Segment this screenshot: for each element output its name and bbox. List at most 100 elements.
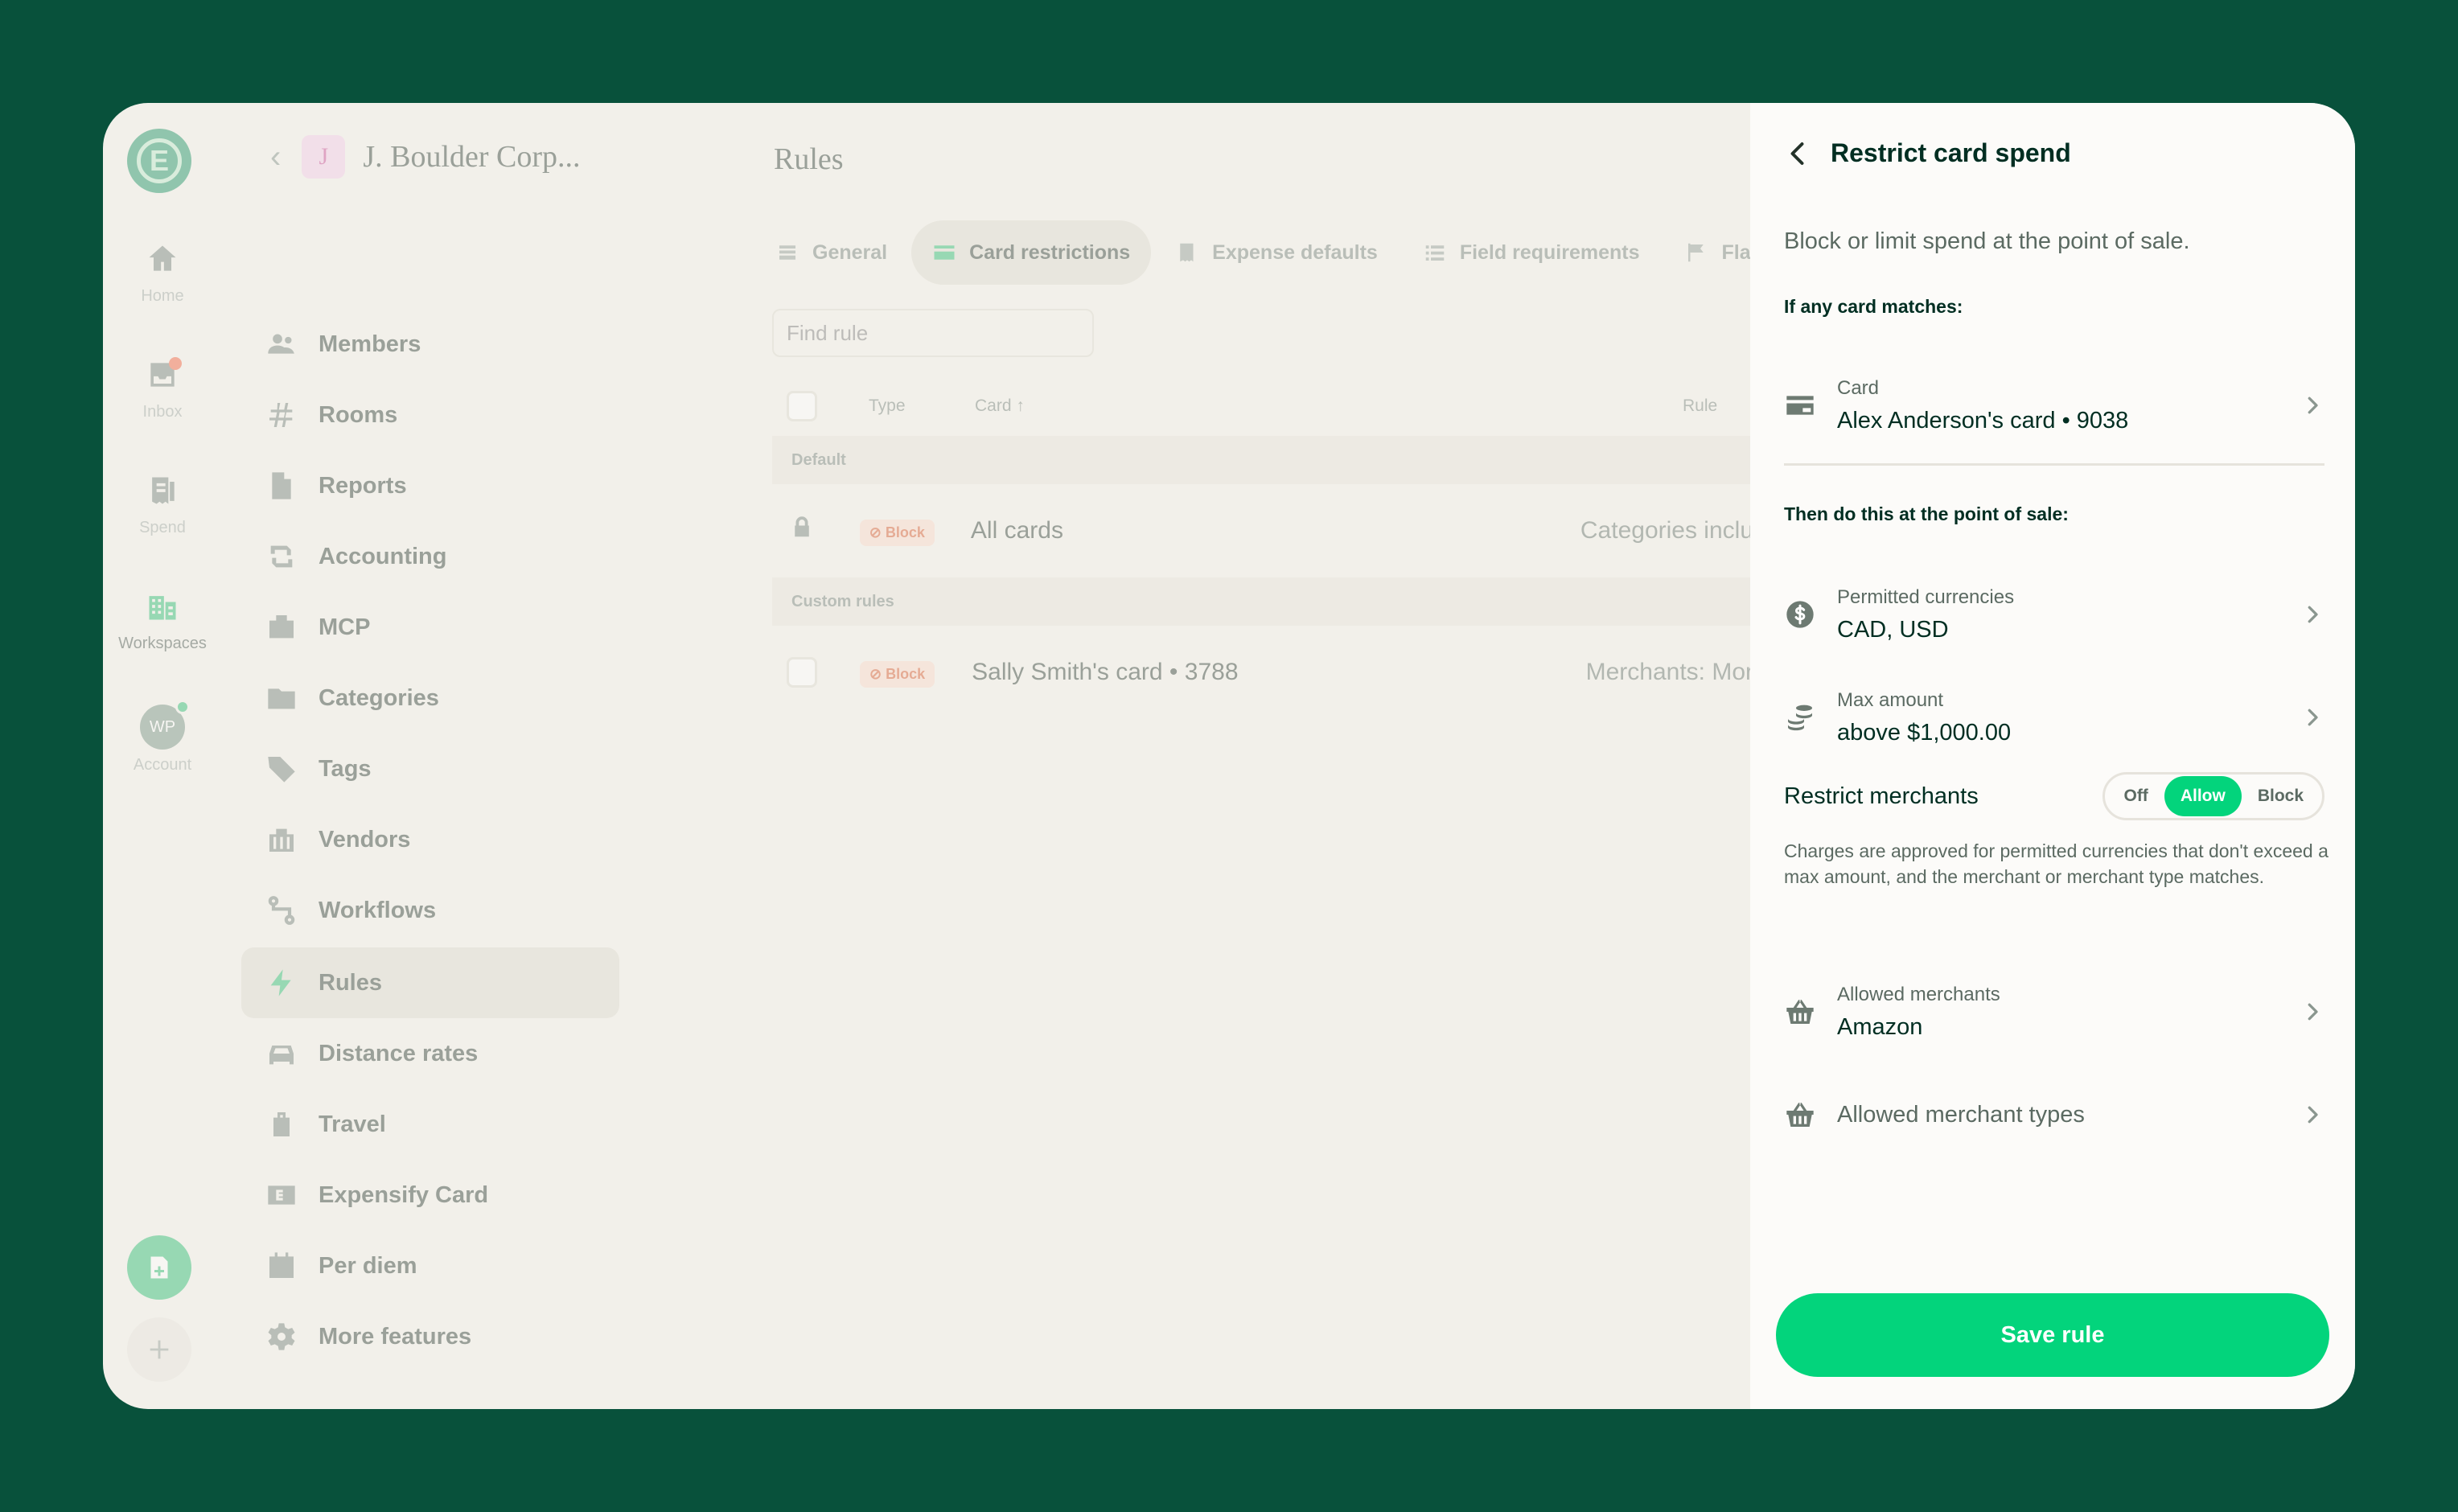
panel-header: Restrict card spend [1784,138,2071,168]
table-row[interactable]: ⊘ Block Sally Smith's card • 3788 Mercha… [772,626,1753,719]
vendors-icon [269,828,294,852]
panel-description: Block or limit spend at the point of sal… [1784,228,2190,254]
tab-field-requirements[interactable]: Field requirements [1402,220,1661,285]
permitted-currencies-row[interactable]: Permitted currencies CAD, USD [1784,569,2324,659]
sidenav-item-rooms[interactable]: Rooms [241,380,619,450]
basket-icon [1786,1000,1814,1024]
rules-tabs: General Card restrictions Expense defaul… [754,220,1888,285]
home-icon [149,245,176,271]
sidenav-item-per-diem[interactable]: Per diem [241,1231,619,1301]
column-card[interactable]: Card ↑ [975,396,1683,416]
tab-expense-defaults[interactable]: Expense defaults [1154,220,1399,285]
rail-item-workspaces[interactable]: Workspaces [103,589,222,653]
sidenav-label: Accounting [319,543,447,569]
bolt-icon [270,969,291,996]
rail-item-home[interactable]: Home [103,241,222,306]
expensify-logo[interactable]: E [127,129,191,193]
sidenav-item-categories[interactable]: Categories [241,663,619,733]
back-arrow-icon[interactable] [1784,139,1813,168]
sidenav-item-mcp[interactable]: MCP [241,592,619,663]
max-amount-row[interactable]: Max amount above $1,000.00 [1784,672,2324,762]
restrict-card-spend-panel: Restrict card spend Block or limit spend… [1750,103,2355,1409]
option-off[interactable]: Off [2107,776,2164,816]
card-selector[interactable]: Card Alex Anderson's card • 9038 [1784,360,2324,450]
column-type[interactable]: Type [869,396,975,416]
table-row[interactable]: ⊘ Block All cards Categories inclu [772,484,1753,577]
new-expense-icon [150,1256,168,1279]
create-button[interactable] [127,1235,191,1300]
hash-icon [269,403,293,427]
if-heading: If any card matches: [1784,296,1963,317]
sidenav-item-more-features[interactable]: More features [241,1301,619,1372]
chevron-right-icon [2308,606,2318,623]
sidenav-label: Travel [319,1111,386,1137]
sidenav-label: Rooms [319,401,398,428]
row-checkbox[interactable] [787,657,817,688]
folder-icon [268,688,295,709]
account-avatar: WP [140,700,190,750]
rules-table: Type Card ↑ Rule Default ⊘ Block All car… [772,376,1753,719]
sidenav-item-reports[interactable]: Reports [241,450,619,521]
status-dot [175,700,190,714]
sidenav-item-tags[interactable]: Tags [241,733,619,804]
chevron-right-icon [2308,1106,2318,1124]
sidenav-label: Distance rates [319,1040,479,1066]
restrict-merchants-row: Restrict merchants Off Allow Block [1784,772,2324,820]
coins-icon [1788,705,1812,731]
sidenav-item-vendors[interactable]: Vendors [241,804,619,875]
option-allow[interactable]: Allow [2164,776,2242,816]
rail-item-spend[interactable]: Spend [103,473,222,537]
dollar-icon [1786,601,1814,628]
find-rule-input[interactable] [772,309,1094,357]
tab-card-restrictions[interactable]: Card restrictions [911,220,1152,285]
sidenav-label: MCP [319,614,371,640]
luggage-icon [273,1112,290,1136]
chevron-right-icon [2308,709,2318,726]
sidenav-item-expensify-card[interactable]: Expensify Card [241,1160,619,1231]
restrict-merchants-toggle: Off Allow Block [2102,772,2324,820]
option-block[interactable]: Block [2242,776,2320,816]
tab-label: Card restrictions [969,240,1131,264]
sidenav-item-members[interactable]: Members [241,309,619,380]
rail-item-account[interactable]: WP Account [103,700,222,774]
allowed-merchant-types-row[interactable]: Allowed merchant types [1784,1070,2324,1160]
column-card-label: Card [975,396,1012,415]
sync-icon [270,545,293,568]
chevron-right-icon [2308,1003,2318,1021]
sidenav-label: Tags [319,755,372,782]
mcp-icon [269,615,294,639]
card-icon [934,245,955,260]
tab-general[interactable]: General [754,220,908,285]
sidenav-item-travel[interactable]: Travel [241,1089,619,1160]
allowed-merchants-value: Amazon [1837,1013,1923,1040]
workspace-avatar: J [302,135,346,179]
status-badge: ⊘ Block [859,519,935,546]
back-chevron-icon[interactable]: ‹ [270,139,281,175]
select-all-checkbox[interactable] [787,391,817,421]
workspace-header: ‹ J J. Boulder Corp... [270,135,581,179]
card-value: Alex Anderson's card • 9038 [1837,407,2129,433]
section-default: Default [772,436,1753,484]
column-rule[interactable]: Rule [1683,396,1717,416]
sidenav-item-workflows[interactable]: Workflows [241,875,619,946]
global-nav-rail: E Home Inbox Spend Workspaces WP Account [103,103,222,1409]
allowed-merchant-types-label: Allowed merchant types [1837,1101,2085,1128]
add-button[interactable] [127,1317,191,1382]
currencies-value: CAD, USD [1837,616,1949,643]
allowed-merchants-row[interactable]: Allowed merchants Amazon [1784,967,2324,1057]
account-initials: WP [149,717,176,736]
workspace-name: J. Boulder Corp... [363,140,581,174]
badge-label: Block [886,665,926,682]
tab-label: General [812,240,888,264]
sidenav-label: Reports [319,472,407,499]
rules-main: Rules General Card restrictions Expense … [738,103,1864,1409]
restrict-merchants-label: Restrict merchants [1784,783,1979,809]
sidenav-item-accounting[interactable]: Accounting [241,521,619,592]
sidenav-item-rules[interactable]: Rules [241,947,619,1018]
panel-title: Restrict card spend [1831,138,2071,167]
sidenav-item-distance-rates[interactable]: Distance rates [241,1018,619,1089]
save-rule-button[interactable]: Save rule [1776,1293,2329,1377]
stack-icon [779,245,795,260]
badge-label: Block [885,524,925,540]
rail-item-inbox[interactable]: Inbox [103,357,222,421]
